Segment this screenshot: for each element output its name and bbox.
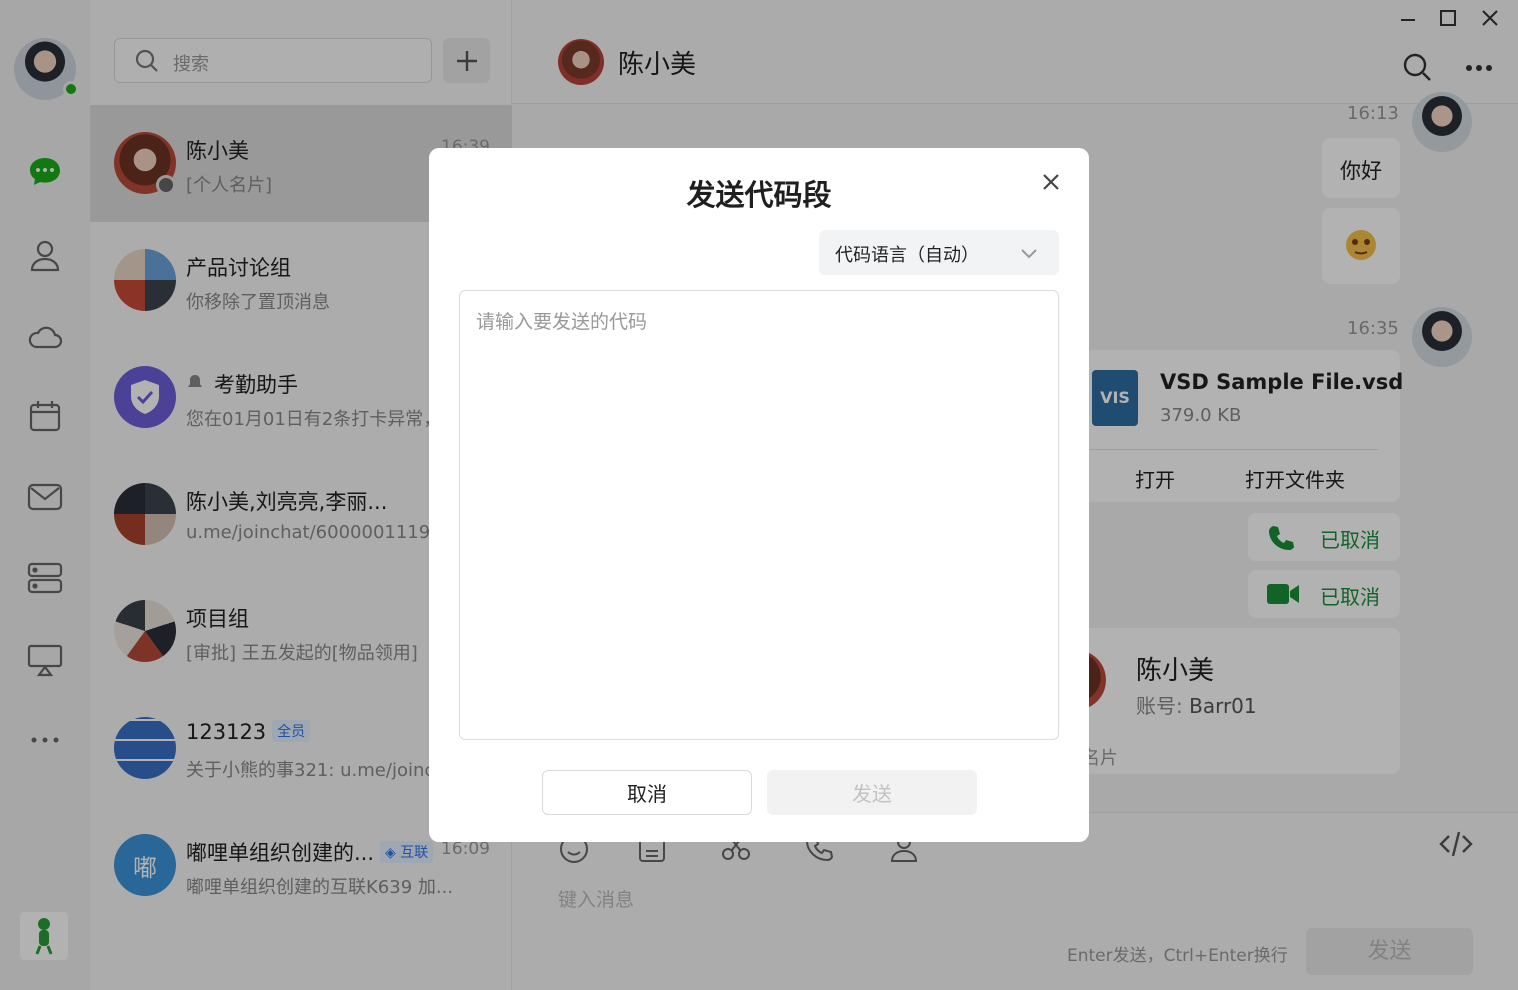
- cancel-button[interactable]: 取消: [542, 770, 752, 815]
- chevron-down-icon: [1019, 244, 1039, 265]
- send-code-dialog: 发送代码段 代码语言（自动） 取消 发送: [429, 148, 1089, 842]
- close-icon[interactable]: [1039, 170, 1063, 194]
- code-language-select[interactable]: 代码语言（自动）: [819, 230, 1059, 275]
- code-input[interactable]: [459, 290, 1059, 740]
- dialog-title: 发送代码段: [686, 178, 832, 212]
- code-language-value: 代码语言（自动）: [835, 245, 979, 266]
- send-button[interactable]: 发送: [767, 770, 977, 815]
